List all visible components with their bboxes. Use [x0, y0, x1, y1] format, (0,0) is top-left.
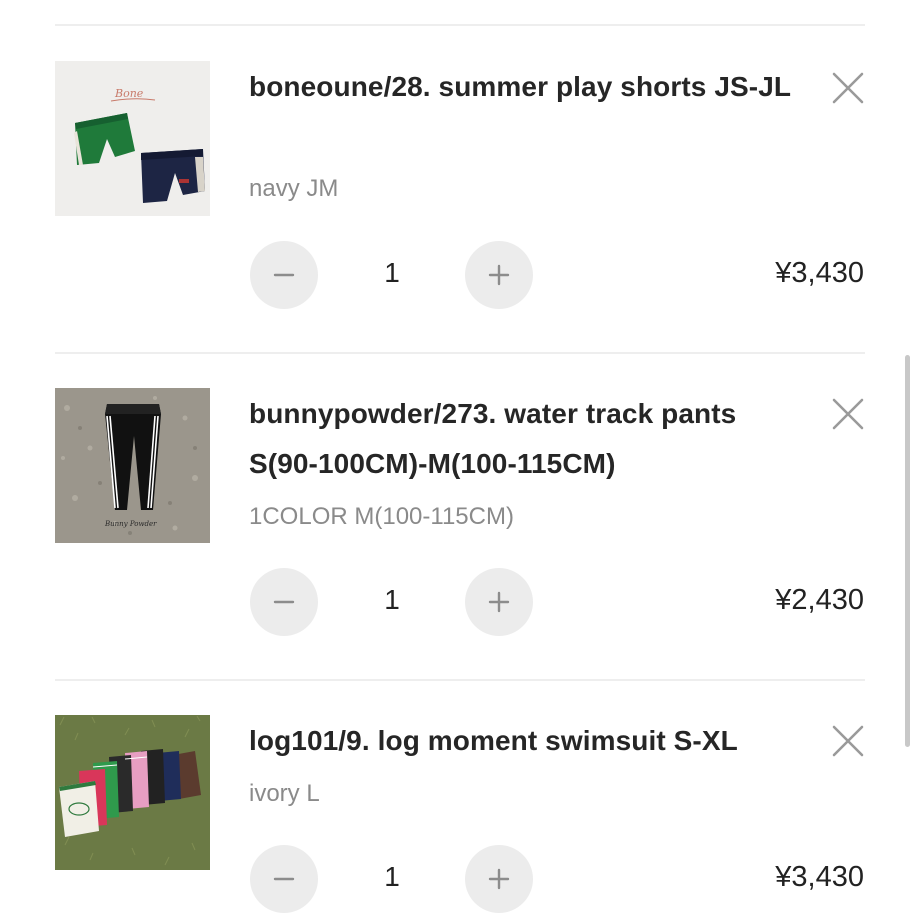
plus-icon	[488, 591, 510, 613]
quantity-value: 1	[384, 584, 400, 615]
product-name[interactable]: log101/9. log moment swimsuit S-XL	[249, 716, 799, 766]
plus-icon	[488, 868, 510, 890]
minus-icon	[273, 273, 295, 277]
close-x-icon	[832, 725, 864, 757]
product-name[interactable]: bunnypowder/273. water track pants S(90-…	[249, 389, 799, 489]
remove-item-button[interactable]	[828, 394, 868, 434]
vertical-scrollbar[interactable]	[905, 355, 910, 747]
product-variant: navy JM	[249, 175, 339, 202]
minus-icon	[273, 877, 295, 881]
close-x-icon	[832, 398, 864, 430]
item-price: ¥3,430	[775, 861, 864, 893]
item-divider	[55, 679, 865, 681]
product-variant: ivory L	[249, 780, 320, 807]
top-divider	[55, 24, 865, 26]
remove-item-button[interactable]	[828, 68, 868, 108]
increase-quantity-button[interactable]	[465, 241, 533, 309]
item-divider	[55, 352, 865, 354]
increase-quantity-button[interactable]	[465, 568, 533, 636]
item-price: ¥3,430	[775, 257, 864, 289]
quantity-value: 1	[384, 257, 400, 288]
product-thumbnail[interactable]	[55, 715, 210, 870]
plus-icon	[488, 264, 510, 286]
decrease-quantity-button[interactable]	[250, 568, 318, 636]
product-name[interactable]: boneoune/28. summer play shorts JS-JL	[249, 62, 799, 112]
decrease-quantity-button[interactable]	[250, 845, 318, 913]
svg-text:Bone: Bone	[114, 87, 144, 100]
minus-icon	[273, 600, 295, 604]
quantity-value: 1	[384, 861, 400, 892]
item-price: ¥2,430	[775, 584, 864, 616]
product-variant: 1COLOR M(100-115CM)	[249, 503, 514, 530]
remove-item-button[interactable]	[828, 721, 868, 761]
product-thumbnail[interactable]: Bunny Powder	[55, 388, 210, 543]
close-x-icon	[832, 72, 864, 104]
decrease-quantity-button[interactable]	[250, 241, 318, 309]
product-thumbnail[interactable]: Bone	[55, 61, 210, 216]
increase-quantity-button[interactable]	[465, 845, 533, 913]
svg-text:Bunny Powder: Bunny Powder	[104, 520, 157, 528]
